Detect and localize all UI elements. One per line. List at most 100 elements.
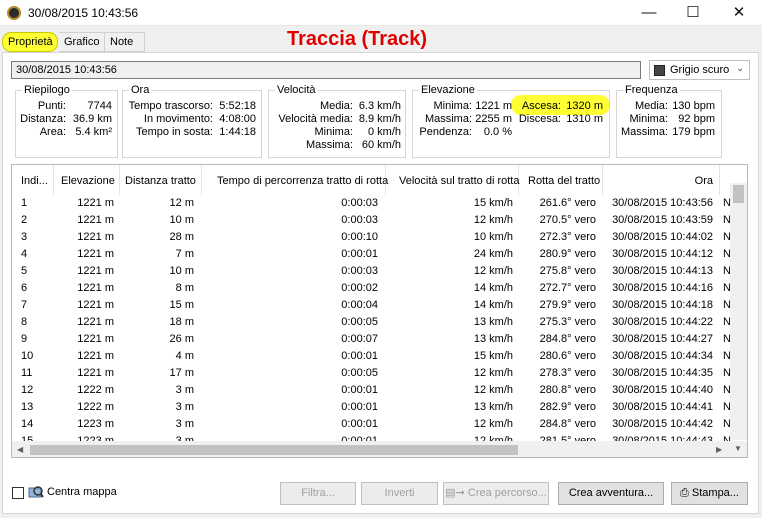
cell-segment-speed: 15 km/h [473,197,513,209]
cell-index: 10 [21,350,34,362]
color-swatch [654,65,665,76]
cell-elevation: 1221 m [77,214,114,226]
cell-segment-time: 0:00:03 [341,265,378,277]
table-row[interactable]: 1 1221 m 12 m 0:00:03 15 km/h 261.6° vero 30/0… [12,195,731,212]
tab-chart[interactable]: Grafico [59,32,105,52]
cell-segment-distance: 12 m [169,197,194,209]
create-route-button[interactable]: ▤➞ Crea percorso... [443,482,549,505]
vertical-scrollbar[interactable] [730,183,747,440]
window-title: 30/08/2015 10:43:56 [28,6,139,20]
cell-elevation: 1221 m [77,248,114,260]
cell-course: 278.3° vero [539,367,596,379]
heart-rate-group: Frequenza Media: 130 bpm Minima: 92 bpm Ma… [616,84,722,158]
table-row[interactable]: 3 1221 m 28 m 0:00:10 10 km/h 272.3° vero 30/0… [12,229,731,246]
scroll-down-icon[interactable]: ▼ [734,444,742,453]
cell-elevation: 1221 m [77,350,114,362]
speed-row: Minima: 0 km/h [314,126,401,138]
track-name-field[interactable]: 30/08/2015 10:43:56 [11,61,641,79]
cell-course: 279.9° vero [539,299,596,311]
cell-time: 30/08/2015 10:44:22 [612,316,713,328]
cell-segment-speed: 10 km/h [473,231,513,243]
maximize-button[interactable]: ☐ [678,3,708,23]
column-header-course[interactable]: Rotta del tratto [519,165,603,195]
chevron-down-icon: ⌄ [736,63,745,74]
cell-time: 30/08/2015 10:44:18 [612,299,713,311]
speed-row: Massima: 60 km/h [305,139,401,151]
scroll-right-icon[interactable]: ▶ [716,445,722,454]
close-button[interactable]: ✕ [724,3,754,23]
cell-index: 2 [21,214,28,226]
column-header-time[interactable]: Ora [603,165,720,195]
time-group-title: Ora [129,84,152,96]
cell-elevation: 1221 m [77,231,114,243]
horizontal-scrollbar[interactable]: ◀ ▶ [12,441,730,457]
cell-course: 272.3° vero [539,231,596,243]
filter-button[interactable]: Filtra... [280,482,356,505]
column-header-index[interactable]: Indi... [12,165,54,195]
map-icon [28,486,44,498]
cell-time: 30/08/2015 10:44:12 [612,248,713,260]
print-label: Stampa... [691,487,739,499]
elevation-group-title: Elevazione [419,84,477,96]
cell-segment-speed: 12 km/h [473,418,513,430]
table-row[interactable]: 11 1221 m 17 m 0:00:05 12 km/h 278.3° vero 30/… [12,365,731,382]
center-map-checkbox[interactable] [12,487,24,499]
cell-elevation: 1221 m [77,367,114,379]
column-header-segment-distance[interactable]: Distanza tratto [120,165,202,195]
app-icon [7,6,21,20]
column-header-segment-speed[interactable]: Velocità sul tratto di rotta [386,165,519,195]
table-row[interactable]: 7 1221 m 15 m 0:00:04 14 km/h 279.9° vero 30/0… [12,297,731,314]
scroll-left-icon[interactable]: ◀ [17,445,23,454]
cell-segment-distance: 26 m [169,333,194,345]
column-header-elevation[interactable]: Elevazione [54,165,120,195]
cell-index: 11 [21,367,33,379]
cell-elevation: 1221 m [77,282,114,294]
cell-index: 14 [21,418,34,430]
center-map-label: Centra mappa [47,486,117,498]
cell-time: 30/08/2015 10:44:42 [612,418,713,430]
table-row[interactable]: 14 1223 m 3 m 0:00:01 12 km/h 284.8° vero 30/0… [12,416,731,433]
cell-segment-time: 0:00:03 [341,214,378,226]
cell-segment-speed: 14 km/h [473,299,513,311]
heart-rate-row: Minima: 92 bpm [629,113,715,125]
time-group: Ora Tempo trascorso: 5:52:18 In movimento… [122,84,262,158]
trackpoint-table[interactable]: Indi... Elevazione Distanza tratto Tempo… [11,164,748,458]
heart-rate-row: Media: 130 bpm [634,100,715,112]
cell-segment-time: 0:00:01 [341,350,378,362]
table-row[interactable]: 13 1222 m 3 m 0:00:01 13 km/h 282.9° vero 30/0… [12,399,731,416]
cell-segment-distance: 15 m [169,299,194,311]
cell-segment-distance: 8 m [175,282,194,294]
cell-elevation: 1222 m [77,384,114,396]
cell-course: 280.8° vero [539,384,596,396]
cell-segment-speed: 12 km/h [473,214,513,226]
color-select[interactable]: Grigio scuro ⌄ [649,60,750,80]
table-row[interactable]: 8 1221 m 18 m 0:00:05 13 km/h 275.3° vero 30/0… [12,314,731,331]
table-row[interactable]: 10 1221 m 4 m 0:00:01 15 km/h 280.6° vero 30/0… [12,348,731,365]
minimize-button[interactable]: — [634,3,664,23]
color-select-value: Grigio scuro [670,64,730,76]
table-row[interactable]: 2 1221 m 10 m 0:00:03 12 km/h 270.5° vero 30/0… [12,212,731,229]
column-header-segment-time[interactable]: Tempo di percorrenza tratto di rotta [202,165,388,195]
cell-segment-speed: 13 km/h [473,401,513,413]
table-row[interactable]: 4 1221 m 7 m 0:00:01 24 km/h 280.9° vero 30/08… [12,246,731,263]
cell-segment-distance: 10 m [169,265,194,277]
cell-segment-speed: 14 km/h [473,282,513,294]
horizontal-scroll-thumb[interactable] [30,445,518,455]
invert-button[interactable]: Inverti [361,482,438,505]
vertical-scroll-thumb[interactable] [733,185,744,203]
table-row[interactable]: 6 1221 m 8 m 0:00:02 14 km/h 272.7° vero 30/08… [12,280,731,297]
cell-elevation: 1222 m [77,401,114,413]
print-button[interactable]: ⎙ Stampa... [671,482,748,505]
route-icon: ▤➞ [445,487,465,499]
table-row[interactable]: 9 1221 m 26 m 0:00:07 13 km/h 284.8° vero 30/0… [12,331,731,348]
table-row[interactable]: 5 1221 m 10 m 0:00:03 12 km/h 275.8° vero 30/0… [12,263,731,280]
cell-segment-time: 0:00:03 [341,197,378,209]
cell-segment-time: 0:00:10 [341,231,378,243]
create-adventure-button[interactable]: Crea avventura... [558,482,664,505]
table-row[interactable]: 12 1222 m 3 m 0:00:01 12 km/h 280.8° vero 30/0… [12,382,731,399]
tab-notes[interactable]: Note [105,32,145,52]
tab-properties[interactable]: Proprietà [2,32,58,52]
create-route-label: Crea percorso... [467,487,547,499]
cell-segment-distance: 3 m [175,418,194,430]
cell-segment-speed: 13 km/h [473,333,513,345]
